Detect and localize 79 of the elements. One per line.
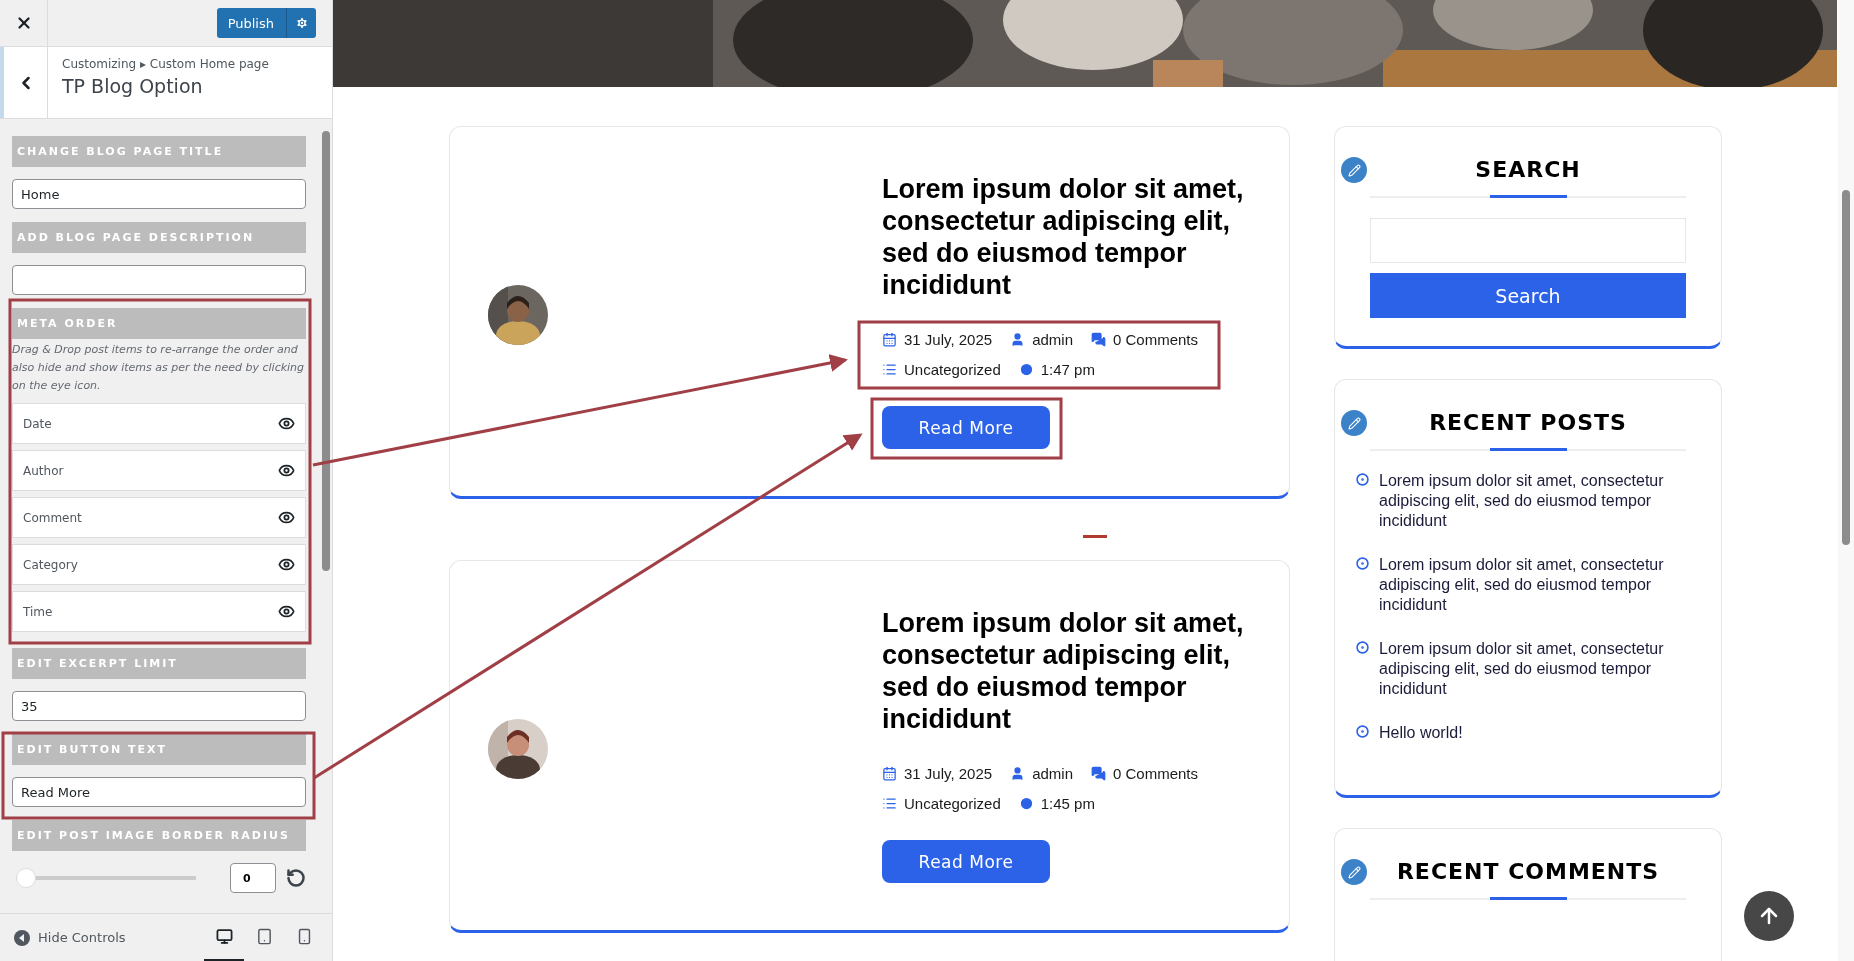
post-link[interactable]: Lorem ipsum dolor sit amet, consectetur adipiscing elit, sed do eiusmod tempor incididunt — [1379, 639, 1696, 699]
pencil-icon[interactable] — [1341, 410, 1367, 436]
widget-title: SEARCH — [1474, 157, 1582, 182]
post-title[interactable]: Lorem ipsum dolor sit amet, consectetur adipiscing elit, sed do eiusmod tempor incididunt — [882, 607, 1252, 735]
meta-item[interactable]: Time — [12, 591, 306, 632]
text-field[interactable]: Home — [12, 179, 306, 209]
pencil-icon[interactable] — [1341, 859, 1367, 885]
meta-label: Author — [23, 463, 64, 478]
post-link[interactable]: Hello world! — [1379, 723, 1463, 743]
post-meta: 0 Comments — [1113, 331, 1198, 348]
bullet-icon — [1356, 725, 1369, 738]
eye-icon[interactable] — [278, 556, 295, 573]
eye-icon[interactable] — [278, 603, 295, 620]
meta-item[interactable]: Category — [12, 544, 306, 585]
bullet-icon — [1356, 473, 1369, 486]
hide-controls-button[interactable]: Hide Controls — [14, 929, 126, 946]
person-icon — [1010, 332, 1026, 347]
section-header: EDIT EXCERPT LIMIT — [12, 648, 306, 679]
bullet-icon — [1356, 557, 1369, 570]
section-header: ADD BLOG PAGE DESCRIPTION — [12, 222, 306, 253]
panel-title: TP Blog Option — [62, 75, 204, 97]
search-button[interactable]: Search — [1370, 273, 1686, 318]
post-meta: 31 July, 2025 — [904, 331, 993, 348]
clock-icon — [1018, 362, 1034, 377]
list-icon — [882, 796, 897, 811]
chat-icon — [1091, 766, 1106, 781]
meta-label: Category — [23, 557, 78, 572]
post-meta: admin — [1032, 331, 1073, 348]
tablet-icon — [255, 927, 273, 945]
meta-label: Time — [23, 604, 53, 619]
publish-button[interactable]: Publish — [216, 8, 316, 38]
post-meta: Uncategorized — [904, 795, 1001, 812]
widget-title: RECENT POSTS — [1428, 410, 1628, 435]
eye-icon[interactable] — [278, 462, 295, 479]
meta-label: Date — [23, 416, 52, 431]
section-header: META ORDER — [12, 308, 306, 339]
person-icon — [1010, 766, 1026, 781]
help-text: Drag & Drop post items to re-arrange the order and also hide and show items as per the need by clicking on the eye icon. — [12, 342, 306, 394]
eye-icon[interactable] — [278, 415, 295, 432]
post-meta: 0 Comments — [1113, 765, 1198, 782]
bullet-icon — [1356, 641, 1369, 654]
collapse-icon — [14, 929, 30, 946]
monitor-icon — [215, 927, 233, 945]
post-meta: 1:45 pm — [1040, 795, 1095, 812]
read-more-button[interactable]: Read More — [882, 406, 1050, 449]
search-field[interactable] — [1370, 218, 1686, 263]
reset-button[interactable] — [286, 868, 306, 888]
eye-icon[interactable] — [278, 509, 295, 526]
meta-item[interactable]: Date — [12, 403, 306, 444]
back-to-top-button[interactable] — [1744, 891, 1794, 941]
widget-title: RECENT COMMENTS — [1395, 859, 1661, 884]
section-header: CHANGE BLOG PAGE TITLE — [12, 136, 306, 167]
breadcrumb: Customizing ▸ Custom Home page — [62, 57, 269, 71]
text-field[interactable]: Read More — [12, 777, 306, 807]
clock-icon — [1018, 796, 1034, 811]
calendar-icon — [882, 766, 897, 781]
post-meta: 1:47 pm — [1040, 361, 1095, 378]
meta-item[interactable]: Comment — [12, 497, 306, 538]
post-link[interactable]: Lorem ipsum dolor sit amet, consectetur adipiscing elit, sed do eiusmod tempor incididunt — [1379, 555, 1696, 615]
text-field[interactable]: 35 — [12, 691, 306, 721]
post-meta: admin — [1032, 765, 1073, 782]
pencil-icon[interactable] — [1341, 157, 1367, 183]
post-meta: Uncategorized — [904, 361, 1001, 378]
reset-icon — [286, 868, 306, 888]
read-more-button[interactable]: Read More — [882, 840, 1050, 883]
section-header: EDIT BUTTON TEXT — [12, 734, 306, 765]
scrollbar[interactable] — [1838, 0, 1854, 961]
section-header: EDIT POST IMAGE BORDER RADIUS — [12, 820, 306, 851]
post-link[interactable]: Lorem ipsum dolor sit amet, consectetur adipiscing elit, sed do eiusmod tempor incididunt — [1379, 471, 1696, 531]
chat-icon — [1091, 332, 1106, 347]
post-meta: 31 July, 2025 — [904, 765, 993, 782]
calendar-icon — [882, 332, 897, 347]
post-title[interactable]: Lorem ipsum dolor sit amet, consectetur adipiscing elit, sed do eiusmod tempor incididunt — [882, 173, 1252, 301]
slider-thumb[interactable] — [16, 868, 36, 888]
meta-label: Comment — [23, 510, 82, 525]
number-field[interactable]: 0 — [230, 863, 276, 893]
meta-item[interactable]: Author — [12, 450, 306, 491]
text-field[interactable] — [12, 265, 306, 295]
list-icon — [882, 362, 897, 377]
